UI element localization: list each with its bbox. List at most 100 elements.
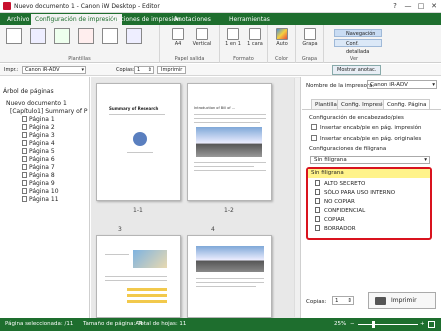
page-preview-area[interactable]: Summary of Research 1-1 Introduction of … [91,77,301,318]
tree-page[interactable]: Página 2 [22,124,55,131]
watermark-option[interactable]: NO COPIAR [315,198,355,205]
color-icon [276,28,288,40]
template-icon[interactable] [126,28,142,44]
fit-page-icon[interactable] [428,321,435,328]
printer-name-value: Canon iR-ADV [370,82,408,88]
checkbox[interactable] [311,135,317,141]
group-staple: Grapa Grapa [296,25,324,63]
minimize-button[interactable]: — [402,1,414,11]
page-number: 1-2 [224,207,234,214]
quick-toolbar: Impr.: Canon iR-ADV ▾ Copias: 1 ⇕ Imprimir… [0,64,441,76]
watermark-option[interactable]: CONFIDENCIAL [315,207,365,214]
copies-input[interactable]: 1 ⇕ [332,296,354,305]
paper-size-button[interactable]: A4 [168,28,188,47]
watermark-option[interactable]: BORRADOR [315,225,356,232]
duplex-label: 1 cara [247,41,263,47]
tree-title: Árbol de páginas [3,88,54,95]
zoom-slider-handle[interactable] [372,321,375,328]
tree-page[interactable]: Página 6 [22,156,55,163]
tab-archivo[interactable]: Archivo [3,14,33,25]
template-icon[interactable] [54,28,70,44]
template-icon[interactable] [6,28,22,44]
page-thumbnail[interactable]: Introduction of Bill of ... [187,83,272,201]
watermark-select[interactable]: Sin filigrana ▾ [310,156,430,164]
layout-button[interactable]: 1 en 1 [223,28,243,47]
watermark-icon [315,180,320,186]
watermark-option[interactable]: Sin filigrana [311,170,344,176]
navigation-button[interactable]: Navegación [334,29,382,37]
tree-page-label: Página 1 [29,116,55,123]
tab-page-config[interactable]: Config. Página [383,99,431,109]
help-button[interactable]: ? [389,1,401,11]
template-icon[interactable] [78,28,94,44]
print-label: Imprimir [161,67,183,73]
orientation-button[interactable]: Vertical [190,28,214,47]
window-title: Nuevo documento 1 - Canon iW Desktop - E… [14,3,160,10]
watermark-option-label: COPIAR [324,217,345,223]
tree-page[interactable]: Página 8 [22,172,55,179]
print-header-footer-option[interactable]: Insertar encab/pie en pág. impresión [311,124,422,131]
copies-input[interactable]: 1 ⇕ [134,66,154,74]
checkbox[interactable] [311,124,317,130]
page-thumbnail[interactable] [96,235,181,318]
page-icon [22,188,27,194]
watermark-option[interactable]: SÓLO PARA USO INTERNO [315,189,395,196]
maximize-button[interactable]: □ [415,1,427,11]
show-annotations-button[interactable]: Mostrar anotac. [332,65,382,75]
tree-page[interactable]: Página 9 [22,180,55,187]
watermark-icon [315,207,320,213]
copies-label: Copias: [116,67,135,73]
template-icon[interactable] [30,28,46,44]
duplex-button[interactable]: 1 cara [245,28,265,47]
watermark-value: Sin filigrana [314,157,347,163]
app-icon [3,2,11,10]
watermark-icon [315,189,320,195]
tree-root-label: Nuevo documento 1 [6,100,67,107]
watermark-option[interactable]: ALTO SECRETO [315,180,365,187]
group-view: Navegación Conf. detallada Ver [324,25,384,63]
detail-settings-button[interactable]: Conf. detallada [334,39,382,55]
zoom-in-button[interactable]: + [420,321,425,327]
original-header-footer-option[interactable]: Insertar encab/pie en pág. originales [311,135,421,142]
watermark-icon [315,225,320,231]
page-number: 4 [211,226,215,233]
tree-page[interactable]: Página 5 [22,148,55,155]
watermark-option-label: NO COPIAR [324,199,355,205]
paper-icon [172,28,184,40]
tree-root[interactable]: Nuevo documento 1 [6,100,67,107]
print-button[interactable]: Imprimir [368,292,436,309]
zoom-out-button[interactable]: − [350,321,355,327]
stepper-icon: ⇕ [347,298,352,304]
orientation-label: Vertical [192,41,212,47]
printer-select[interactable]: Canon iR-ADV ▾ [22,66,86,74]
zoom-slider[interactable] [358,324,418,325]
status-bar: Página seleccionada: /11 Tamaño de págin… [0,318,441,331]
color-label: Auto [276,41,288,47]
tree-page[interactable]: Página 7 [22,164,55,171]
title-bar: Nuevo documento 1 - Canon iW Desktop - E… [0,0,441,13]
tree-page[interactable]: Página 10 [22,188,59,195]
tree-page[interactable]: Página 1 [22,116,55,123]
watermark-option[interactable]: COPIAR [315,216,345,223]
color-button[interactable]: Auto [271,28,293,47]
close-button[interactable]: ✕ [428,1,440,11]
tree-page[interactable]: Página 3 [22,132,55,139]
print-button[interactable]: Imprimir [157,66,187,74]
tree-page[interactable]: Página 4 [22,140,55,147]
page-thumbnail[interactable] [187,235,272,318]
tab-tools[interactable]: Herramientas [225,14,274,25]
tab-annotations[interactable]: Anotaciones [170,14,215,25]
preview-scrollbar[interactable] [294,78,300,317]
stepper-icon: ⇕ [147,67,152,73]
copies-value: 1 [137,67,141,73]
tree-chapter[interactable]: [Capítulo1] Summary of P [10,108,87,115]
printer-name-select[interactable]: Canon iR-ADV ▾ [367,80,437,89]
page-thumbnail[interactable]: Summary of Research [96,83,181,201]
watermark-option-label: SÓLO PARA USO INTERNO [324,190,396,196]
staple-button[interactable]: Grapa [299,28,321,47]
tree-page[interactable]: Página 11 [22,196,59,203]
copies-label: Copias: [306,299,327,305]
template-icon[interactable] [102,28,118,44]
print-label: Imprimir [391,297,417,304]
table-image [127,288,167,306]
